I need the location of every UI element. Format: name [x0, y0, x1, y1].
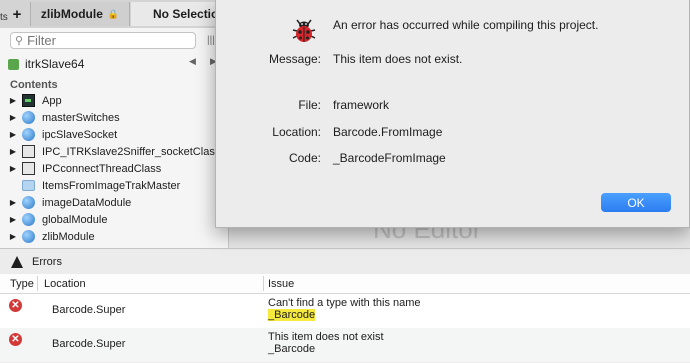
disclosure-triangle-icon[interactable]: ▶ [6, 96, 20, 105]
add-tab-button[interactable]: + [5, 2, 29, 26]
nav-item-label: ipcSlaveSocket [42, 128, 118, 141]
error-icon: ✕ [9, 299, 22, 312]
error-location: Barcode.Super [52, 304, 126, 316]
message-label: Message: [268, 52, 321, 66]
nav-item-ipcslavesocket[interactable]: ▶ ipcSlaveSocket [0, 126, 228, 143]
contents-heading: Contents [10, 79, 58, 91]
nav-item-masterswitches[interactable]: ▶ masterSwitches [0, 109, 228, 126]
ok-button[interactable]: OK [601, 193, 671, 212]
column-divider[interactable] [37, 276, 38, 291]
column-type[interactable]: Type [10, 278, 34, 290]
location-value: Barcode.FromImage [333, 125, 443, 139]
navigator: ⚲ ||| itrkSlave64 ◀ ▶ Contents ▶ App ▶ m… [0, 28, 229, 248]
nav-item-label: imageDataModule [42, 196, 132, 209]
navigator-options-icon[interactable]: ||| [207, 35, 215, 46]
nav-item-label: IPCconnectThreadClass [42, 162, 162, 175]
app-icon [22, 94, 35, 107]
plus-icon: + [12, 5, 22, 23]
globe-icon [22, 230, 35, 243]
previous-arrow-icon[interactable]: ◀ [189, 56, 196, 67]
disclosure-triangle-icon[interactable]: ▶ [6, 215, 20, 224]
disclosure-triangle-icon[interactable]: ▶ [6, 198, 20, 207]
error-row[interactable]: ✕ Barcode.Super This item does not exist… [0, 328, 690, 362]
error-icon: ✕ [9, 333, 22, 346]
column-issue[interactable]: Issue [268, 278, 294, 290]
disclosure-triangle-icon[interactable]: ▶ [6, 164, 20, 173]
bug-icon [292, 19, 316, 42]
code-value: _BarcodeFromImage [333, 151, 446, 165]
edge-label: ts [0, 12, 8, 23]
compile-error-dialog: An error has occurred while compiling th… [215, 0, 690, 228]
location-label: Location: [272, 125, 321, 139]
error-location: Barcode.Super [52, 338, 126, 350]
globe-icon [22, 196, 35, 209]
nav-item-app[interactable]: ▶ App [0, 92, 228, 109]
tab-zlib-module[interactable]: zlibModule 🔒 [30, 2, 130, 26]
dialog-heading: An error has occurred while compiling th… [333, 18, 599, 32]
nav-item-label: IPC_ITRKslave2Sniffer_socketClas... [42, 145, 224, 158]
message-value: This item does not exist. [333, 52, 463, 66]
file-value: framework [333, 98, 390, 112]
nav-item-ipcconnectthreadclass[interactable]: ▶ IPCconnectThreadClass [0, 160, 228, 177]
errors-title: Errors [32, 255, 62, 268]
target-icon [8, 58, 19, 70]
error-issue: Can't find a type with this name [268, 297, 421, 309]
globe-icon [22, 213, 35, 226]
code-label: Code: [288, 151, 321, 165]
disclosure-triangle-icon[interactable]: ▶ [6, 130, 20, 139]
filter-input[interactable] [23, 33, 188, 48]
folder-icon [22, 180, 35, 191]
target-selector[interactable]: itrkSlave64 ◀ ▶ [8, 56, 220, 72]
errors-header: Errors [0, 248, 690, 275]
nav-item-label: masterSwitches [42, 111, 120, 124]
nav-item-label: App [42, 94, 62, 107]
class-icon [22, 145, 35, 158]
error-row[interactable]: ✕ Barcode.Super Can't find a type with t… [0, 294, 690, 328]
nav-item-label: zlibModule [42, 230, 95, 243]
errors-column-header: Type Location Issue [0, 274, 690, 294]
disclosure-triangle-icon[interactable]: ▶ [6, 232, 20, 241]
nav-item-itemsfromimagetrakmaster[interactable]: ItemsFromImageTrakMaster [0, 177, 228, 194]
error-symbol: _Barcode [268, 309, 316, 321]
nav-item-label: globalModule [42, 213, 108, 226]
column-divider[interactable] [263, 276, 264, 291]
nav-item-zlibmodule[interactable]: ▶ zlibModule [0, 228, 228, 245]
error-issue: This item does not exist [268, 331, 384, 343]
globe-icon [22, 128, 35, 141]
nav-item-globalmodule[interactable]: ▶ globalModule [0, 211, 228, 228]
nav-item-label: ItemsFromImageTrakMaster [42, 179, 181, 192]
column-location[interactable]: Location [44, 278, 86, 290]
disclosure-triangle-icon[interactable]: ▶ [6, 147, 20, 156]
error-symbol: _Barcode [268, 343, 316, 355]
disclosure-triangle-icon[interactable]: ▶ [6, 113, 20, 122]
globe-icon [22, 111, 35, 124]
nav-item-imagedatamodule[interactable]: ▶ imageDataModule [0, 194, 228, 211]
lock-icon: 🔒 [107, 8, 120, 19]
class-icon [22, 162, 35, 175]
warning-icon [11, 255, 23, 268]
tab-label: zlibModule [40, 7, 103, 21]
search-icon: ⚲ [15, 35, 24, 47]
filter-field[interactable]: ⚲ [10, 32, 196, 49]
nav-item-ipc-sniffer-socket-class[interactable]: ▶ IPC_ITRKslave2Sniffer_socketClas... [0, 143, 228, 160]
file-label: File: [298, 98, 321, 112]
target-label: itrkSlave64 [25, 57, 85, 71]
